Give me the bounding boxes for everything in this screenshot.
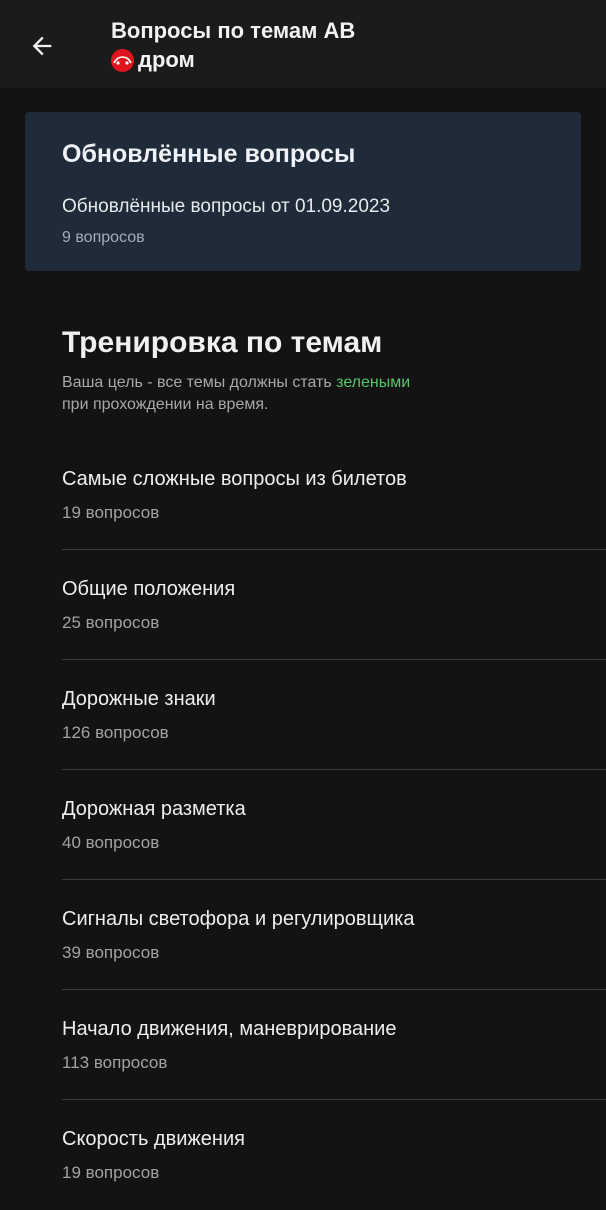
brand-name: дром bbox=[138, 47, 195, 72]
back-button[interactable] bbox=[18, 22, 66, 70]
topic-title: Скорость движения bbox=[62, 1128, 245, 1150]
topic-title: Дорожная разметка bbox=[62, 798, 246, 820]
topic-count: 25 вопросов bbox=[62, 613, 160, 632]
topic-title: Самые сложные вопросы из билетов bbox=[62, 468, 407, 490]
topic-count: 19 вопросов bbox=[62, 503, 160, 522]
topic-count: 40 вопросов bbox=[62, 833, 160, 852]
topic-count: 19 вопросов bbox=[62, 1163, 160, 1182]
training-section-title: Тренировка по темам bbox=[62, 326, 383, 359]
topic-count: 113 вопросов bbox=[62, 1053, 168, 1072]
topic-list: Самые сложные вопросы из билетов 19 вопр… bbox=[0, 440, 606, 1210]
arrow-left-icon bbox=[32, 36, 52, 56]
updated-questions-card[interactable]: Обновлённые вопросы Обновлённые вопросы … bbox=[25, 112, 581, 271]
subtitle-text: Ваша цель - все темы должны стать bbox=[62, 374, 337, 391]
topic-title: Дорожные знаки bbox=[62, 688, 216, 710]
updated-card-count: 9 вопросов bbox=[62, 229, 145, 246]
topic-item[interactable]: Сигналы светофора и регулировщика 39 воп… bbox=[0, 880, 606, 990]
topic-count: 39 вопросов bbox=[62, 943, 160, 962]
topic-item[interactable]: Скорость движения 19 вопросов bbox=[0, 1100, 606, 1210]
training-section-subtitle: Ваша цель - все темы должны стать зелены… bbox=[62, 372, 410, 416]
subtitle-highlight: зелеными bbox=[336, 374, 411, 391]
brand: дром bbox=[111, 47, 195, 73]
topic-item[interactable]: Дорожная разметка 40 вопросов bbox=[0, 770, 606, 880]
updated-card-title: Обновлённые вопросы bbox=[62, 140, 356, 168]
topic-item[interactable]: Начало движения, маневрирование 113 вопр… bbox=[0, 990, 606, 1100]
topic-count: 126 вопросов bbox=[62, 723, 169, 742]
subtitle-text-end: при прохождении на время. bbox=[62, 396, 269, 413]
topic-item[interactable]: Дорожные знаки 126 вопросов bbox=[0, 660, 606, 770]
page-title: Вопросы по темам АВ bbox=[111, 18, 356, 43]
topic-title: Начало движения, маневрирование bbox=[62, 1018, 397, 1040]
drom-logo-icon bbox=[111, 48, 134, 72]
topic-title: Сигналы светофора и регулировщика bbox=[62, 908, 415, 930]
topic-title: Общие положения bbox=[62, 578, 236, 600]
updated-card-description: Обновлённые вопросы от 01.09.2023 bbox=[62, 196, 391, 217]
app-bar: Вопросы по темам АВ дром bbox=[0, 0, 606, 88]
topic-item[interactable]: Самые сложные вопросы из билетов 19 вопр… bbox=[0, 440, 606, 550]
topic-item[interactable]: Общие положения 25 вопросов bbox=[0, 550, 606, 660]
